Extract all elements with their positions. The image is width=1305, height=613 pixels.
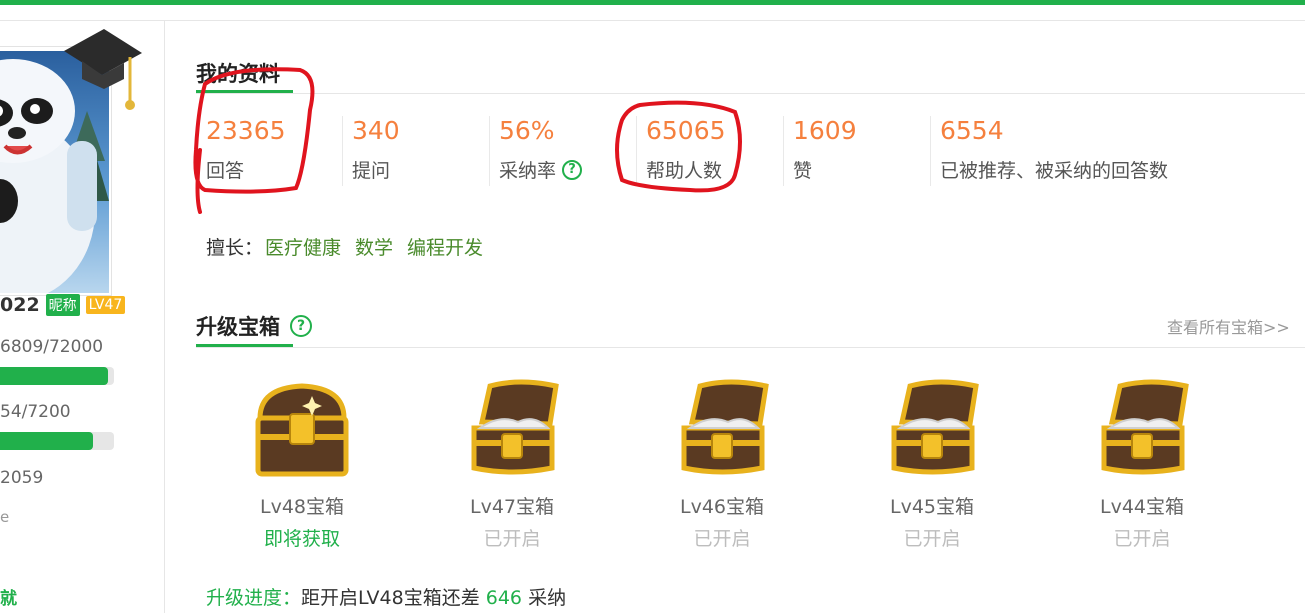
stat-questions-label-text: 提问	[352, 160, 391, 182]
skills-row: 擅长： 医疗健康 数学 编程开发	[206, 233, 483, 260]
chest-item[interactable]: Lv48宝箱 即将获取	[242, 378, 362, 553]
third-stat-text: 2059	[0, 468, 44, 488]
skill-tag[interactable]: 编程开发	[407, 233, 483, 260]
upgrade-progress: 升级进度：距开启LV48宝箱还差 646 采纳	[206, 583, 566, 610]
upgrade-title-row: 升级宝箱 ?	[196, 311, 312, 341]
second-bar	[0, 432, 114, 450]
stat-likes-label: 赞	[793, 156, 812, 183]
stat-recommended-answers-label-text: 已被推荐、被采纳的回答数	[940, 160, 1169, 182]
stat-recommended-answers[interactable]: 6554 已被推荐、被采纳的回答数	[930, 112, 1230, 188]
view-all-chests-link[interactable]: 查看所有宝箱>>	[1167, 314, 1290, 338]
exp-bar-fill	[0, 367, 109, 385]
chest-status: 已开启	[903, 528, 961, 550]
stat-answers[interactable]: 23365 回答	[196, 112, 342, 188]
stat-questions-value: 340	[352, 116, 400, 145]
skills-label: 擅长：	[206, 237, 264, 259]
chest-item[interactable]: Lv44宝箱 已开启	[1082, 378, 1202, 553]
nickname-badge[interactable]: 昵称	[45, 294, 80, 316]
stat-questions-label: 提问	[352, 156, 390, 183]
stat-people-helped[interactable]: 65065 帮助人数	[636, 112, 783, 188]
second-bar-fill	[0, 432, 94, 450]
progress-label: 升级进度：	[206, 587, 302, 609]
stat-likes-label-text: 赞	[793, 160, 813, 182]
upgrade-separator	[196, 347, 1305, 348]
chest-status: 即将获取	[263, 528, 340, 550]
progress-count: 646	[485, 587, 523, 609]
chest-status: 已开启	[1113, 528, 1171, 550]
left-glyph-b[interactable]: 就	[0, 584, 17, 609]
chest-name: Lv45宝箱	[889, 496, 974, 518]
second-stat-text: 54/7200	[0, 402, 71, 422]
stat-likes[interactable]: 1609 赞	[783, 112, 930, 188]
chest-status: 已开启	[483, 528, 541, 550]
stat-likes-value: 1609	[793, 116, 857, 145]
stat-answers-value: 23365	[206, 116, 286, 145]
user-sidebar: 022 昵称 LV47 6809/72000 54/7200 2059 е 就	[0, 21, 165, 613]
stat-adoption-rate[interactable]: 56% 采纳率 ?	[489, 112, 636, 188]
chest-name: Lv47宝箱	[469, 496, 554, 518]
progress-text-a: 距开启LV48宝箱还差	[301, 587, 480, 609]
chest-item[interactable]: Lv47宝箱 已开启	[452, 378, 572, 553]
chest-status: 已开启	[693, 528, 751, 550]
progress-text-b: 采纳	[528, 587, 567, 609]
top-accent-bar	[0, 0, 1305, 5]
help-icon[interactable]: ?	[290, 315, 312, 337]
left-glyph-a: е	[0, 508, 10, 526]
stat-answers-label-text: 回答	[206, 160, 245, 182]
user-name-row: 022 昵称 LV47	[0, 292, 126, 318]
help-icon[interactable]: ?	[562, 159, 583, 180]
skill-tag[interactable]: 数学	[355, 233, 393, 260]
stat-people-helped-label: 帮助人数	[646, 156, 722, 183]
stat-adoption-rate-label: 采纳率 ?	[499, 156, 583, 183]
stat-recommended-answers-value: 6554	[940, 116, 1004, 145]
stat-adoption-rate-value: 56%	[499, 116, 555, 145]
my-profile-title: 我的资料	[196, 62, 280, 86]
stat-recommended-answers-label: 已被推荐、被采纳的回答数	[940, 156, 1168, 183]
chest-name: Lv48宝箱	[259, 496, 344, 518]
stat-people-helped-value: 65065	[646, 116, 726, 145]
graduation-cap-icon	[60, 23, 144, 123]
chest-item[interactable]: Lv46宝箱 已开启	[662, 378, 782, 553]
header-divider	[0, 20, 1305, 21]
level-badge[interactable]: LV47	[85, 296, 126, 314]
exp-text: 6809/72000	[0, 337, 104, 357]
chest-item[interactable]: Lv45宝箱 已开启	[872, 378, 992, 553]
stat-answers-label: 回答	[206, 156, 244, 183]
stat-questions[interactable]: 340 提问	[342, 112, 489, 188]
stat-adoption-rate-label-text: 采纳率	[499, 160, 557, 182]
my-profile-separator	[196, 93, 1305, 94]
stat-people-helped-label-text: 帮助人数	[646, 160, 723, 182]
upgrade-title: 升级宝箱	[196, 315, 280, 339]
chest-name: Lv44宝箱	[1099, 496, 1184, 518]
chest-name: Lv46宝箱	[679, 496, 764, 518]
skill-tag[interactable]: 医疗健康	[265, 233, 341, 260]
exp-bar	[0, 367, 114, 385]
user-name[interactable]: 022	[0, 294, 40, 316]
